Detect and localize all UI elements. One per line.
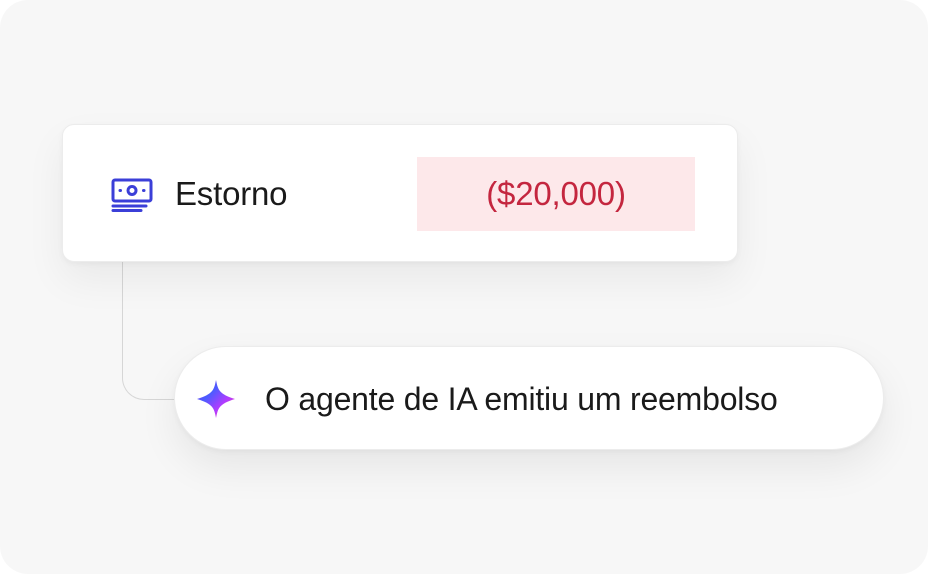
transaction-type-label: Estorno xyxy=(175,175,288,212)
ai-agent-note: O agente de IA emitiu um reembolso xyxy=(174,346,884,450)
transaction-card: Estorno ($20,000) xyxy=(62,124,738,262)
ai-sparkle-icon xyxy=(195,378,237,420)
amount-badge: ($20,000) xyxy=(417,157,695,231)
ai-note-text: O agente de IA emitiu um reembolso xyxy=(265,381,778,417)
canvas: Estorno ($20,000) O agente de IA emitiu … xyxy=(0,0,928,574)
connector-line xyxy=(122,262,178,400)
amount-value: ($20,000) xyxy=(486,175,626,212)
money-bill-icon xyxy=(110,177,154,213)
